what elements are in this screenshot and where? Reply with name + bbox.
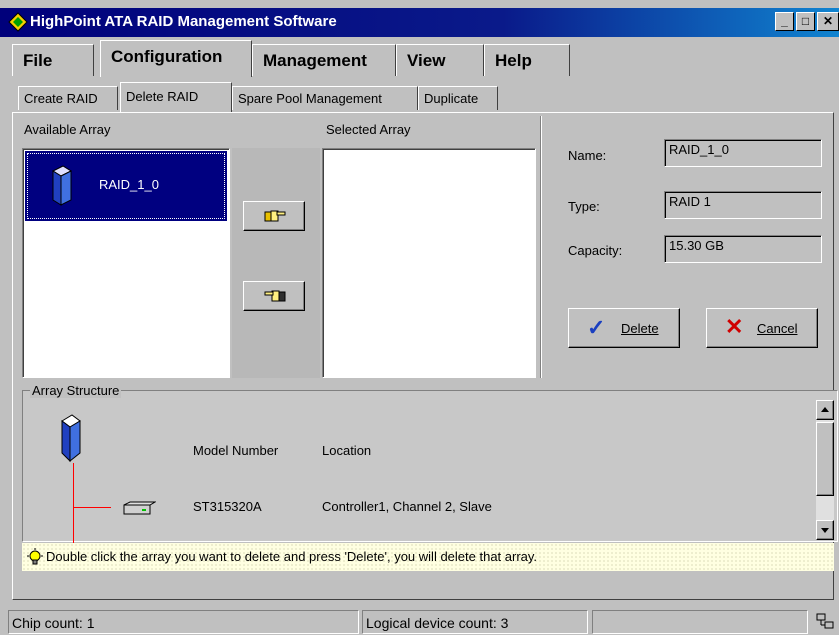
menu-file[interactable]: File bbox=[12, 44, 94, 76]
panel-divider bbox=[540, 116, 542, 378]
hand-pointing-left-icon bbox=[264, 290, 286, 302]
network-icon bbox=[816, 613, 834, 629]
tab-duplicate[interactable]: Duplicate bbox=[418, 86, 498, 110]
tab-create-raid-label: Create RAID bbox=[24, 91, 98, 106]
col-model-number: Model Number bbox=[193, 443, 279, 458]
scroll-thumb[interactable] bbox=[816, 422, 834, 496]
disk-location: Controller1, Channel 2, Slave bbox=[322, 499, 492, 514]
menu-help[interactable]: Help bbox=[484, 44, 570, 76]
raid-array-icon bbox=[61, 414, 81, 463]
capacity-field: 15.30 GB bbox=[664, 235, 822, 263]
available-array-list[interactable]: RAID_1_0 bbox=[22, 148, 230, 378]
hard-disk-icon bbox=[123, 501, 156, 515]
transfer-column bbox=[232, 148, 320, 378]
disk-model: ST315320A bbox=[193, 499, 262, 514]
name-field: RAID_1_0 bbox=[664, 139, 822, 167]
menu-help-label: Help bbox=[495, 51, 532, 70]
subtab-bar: Create RAID Delete RAID Spare Pool Manag… bbox=[10, 82, 830, 112]
type-field: RAID 1 bbox=[664, 191, 822, 219]
cancel-button[interactable]: ✕ Cancel bbox=[706, 308, 818, 348]
name-label: Name: bbox=[568, 148, 607, 163]
close-button[interactable]: ✕ bbox=[817, 12, 839, 31]
array-structure-group bbox=[22, 390, 838, 542]
cancel-button-label: Cancel bbox=[757, 321, 798, 336]
move-right-button[interactable] bbox=[243, 201, 305, 231]
menu-bar: File Configuration Management View Help bbox=[0, 40, 839, 77]
array-name: RAID_1_0 bbox=[99, 177, 159, 192]
status-empty bbox=[592, 610, 808, 634]
cross-icon: ✕ bbox=[725, 314, 744, 339]
arrow-down-icon bbox=[821, 528, 829, 533]
hand-pointing-right-icon bbox=[264, 210, 286, 222]
raid-array-icon bbox=[51, 165, 73, 206]
selected-array-header: Selected Array bbox=[326, 122, 411, 137]
checkmark-icon: ✓ bbox=[587, 315, 606, 340]
selected-array-list[interactable] bbox=[322, 148, 536, 378]
type-label: Type: bbox=[568, 199, 600, 214]
minimize-button[interactable]: _ bbox=[775, 12, 794, 31]
status-logical-count: Logical device count: 3 bbox=[362, 610, 588, 634]
menu-view-label: View bbox=[407, 51, 446, 70]
hint-bar: Double click the array you want to delet… bbox=[22, 543, 834, 571]
app-icon bbox=[8, 12, 28, 32]
status-chip-count: Chip count: 1 bbox=[8, 610, 359, 634]
menu-management-label: Management bbox=[263, 51, 367, 70]
col-location: Location bbox=[322, 443, 372, 458]
menu-configuration[interactable]: Configuration bbox=[100, 40, 252, 77]
tab-spare-pool[interactable]: Spare Pool Management bbox=[232, 86, 418, 110]
tab-duplicate-label: Duplicate bbox=[424, 91, 479, 106]
window-title: HighPoint ATA RAID Management Software bbox=[30, 13, 337, 30]
tree-line-vertical bbox=[73, 463, 74, 543]
tab-delete-raid[interactable]: Delete RAID bbox=[120, 82, 232, 112]
scroll-up-button[interactable] bbox=[816, 400, 834, 420]
scroll-down-button[interactable] bbox=[816, 520, 834, 540]
menu-file-label: File bbox=[23, 51, 53, 70]
menu-view[interactable]: View bbox=[396, 44, 484, 76]
menu-configuration-label: Configuration bbox=[111, 47, 223, 66]
move-left-button[interactable] bbox=[243, 281, 305, 311]
array-structure-title: Array Structure bbox=[30, 383, 122, 398]
tab-delete-raid-label: Delete RAID bbox=[126, 89, 199, 104]
structure-scrollbar[interactable] bbox=[816, 400, 834, 540]
maximize-button[interactable]: □ bbox=[796, 12, 815, 31]
list-item[interactable]: RAID_1_0 bbox=[25, 151, 227, 221]
title-bar[interactable]: HighPoint ATA RAID Management Software _… bbox=[0, 8, 839, 37]
hint-text: Double click the array you want to delet… bbox=[46, 549, 538, 564]
arrow-up-icon bbox=[821, 407, 829, 412]
tab-spare-pool-label: Spare Pool Management bbox=[238, 91, 382, 106]
tab-create-raid[interactable]: Create RAID bbox=[18, 86, 118, 110]
delete-button-label: Delete bbox=[621, 321, 659, 336]
delete-button[interactable]: ✓ Delete bbox=[568, 308, 680, 348]
menu-management[interactable]: Management bbox=[252, 44, 396, 76]
lightbulb-icon bbox=[27, 548, 43, 565]
available-array-header: Available Array bbox=[24, 122, 111, 137]
tree-line-horizontal bbox=[73, 507, 111, 508]
capacity-label: Capacity: bbox=[568, 243, 623, 258]
